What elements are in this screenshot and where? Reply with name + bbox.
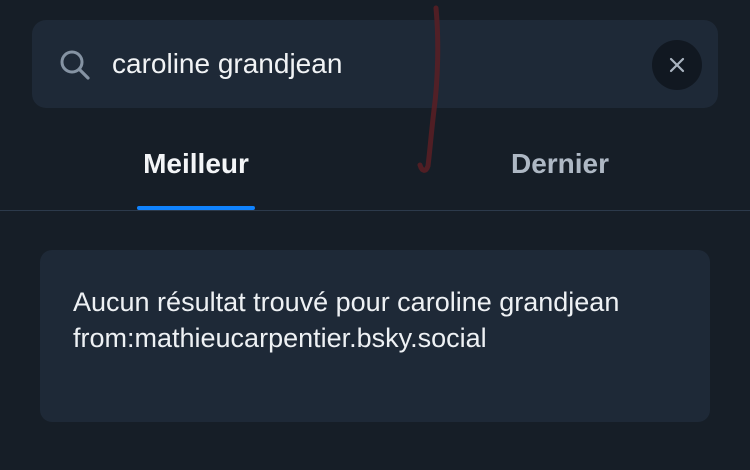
tab-latest[interactable]: Dernier (490, 130, 630, 210)
tab-best[interactable]: Meilleur (130, 130, 262, 210)
no-results-message: Aucun résultat trouvé pour caroline gran… (73, 287, 620, 353)
close-icon (669, 57, 685, 73)
search-input[interactable] (112, 44, 632, 84)
tab-best-label: Meilleur (143, 148, 249, 179)
tab-latest-label: Dernier (510, 148, 610, 179)
search-icon (58, 48, 92, 82)
search-page: Meilleur Dernier Aucun résultat trouvé p… (0, 0, 750, 470)
empty-result-card: Aucun résultat trouvé pour caroline gran… (40, 250, 710, 422)
tab-bar: Meilleur Dernier (0, 130, 750, 211)
search-bar (32, 20, 718, 108)
selected-tab-indicator (137, 206, 255, 210)
clear-search-button[interactable] (652, 40, 702, 90)
